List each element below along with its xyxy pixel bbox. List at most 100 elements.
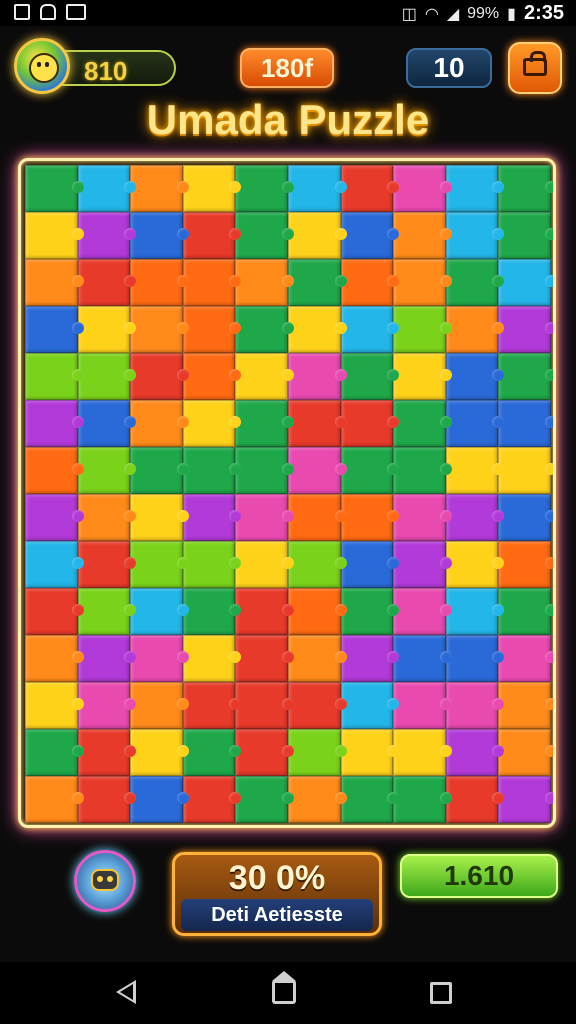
- puzzle-piece[interactable]: [445, 588, 504, 635]
- puzzle-piece[interactable]: [340, 212, 399, 259]
- puzzle-piece[interactable]: [393, 776, 452, 823]
- puzzle-piece[interactable]: [393, 729, 452, 776]
- puzzle-piece[interactable]: [25, 165, 84, 212]
- puzzle-piece[interactable]: [130, 447, 189, 494]
- puzzle-piece[interactable]: [130, 212, 189, 259]
- shop-button[interactable]: [508, 42, 562, 94]
- puzzle-piece[interactable]: [25, 682, 84, 729]
- puzzle-piece[interactable]: [235, 212, 294, 259]
- puzzle-piece[interactable]: [235, 494, 294, 541]
- puzzle-piece[interactable]: [340, 447, 399, 494]
- puzzle-piece[interactable]: [235, 635, 294, 682]
- recent-apps-icon[interactable]: [430, 982, 452, 1004]
- puzzle-piece[interactable]: [340, 353, 399, 400]
- puzzle-piece[interactable]: [340, 541, 399, 588]
- puzzle-piece[interactable]: [393, 306, 452, 353]
- puzzle-piece[interactable]: [235, 682, 294, 729]
- puzzle-piece[interactable]: [445, 682, 504, 729]
- puzzle-piece[interactable]: [25, 541, 84, 588]
- puzzle-piece[interactable]: [498, 165, 553, 212]
- puzzle-piece[interactable]: [498, 541, 553, 588]
- puzzle-piece[interactable]: [182, 776, 241, 823]
- puzzle-piece[interactable]: [287, 447, 347, 494]
- puzzle-piece[interactable]: [498, 682, 553, 729]
- puzzle-piece[interactable]: [287, 306, 347, 353]
- puzzle-piece[interactable]: [235, 400, 294, 447]
- puzzle-piece[interactable]: [235, 353, 294, 400]
- puzzle-piece[interactable]: [445, 306, 504, 353]
- puzzle-piece[interactable]: [77, 682, 136, 729]
- puzzle-piece[interactable]: [445, 212, 504, 259]
- puzzle-piece[interactable]: [287, 165, 347, 212]
- puzzle-piece[interactable]: [182, 588, 241, 635]
- puzzle-piece[interactable]: [287, 494, 347, 541]
- puzzle-piece[interactable]: [130, 588, 189, 635]
- puzzle-piece[interactable]: [498, 447, 553, 494]
- puzzle-piece[interactable]: [182, 541, 241, 588]
- puzzle-piece[interactable]: [77, 212, 136, 259]
- puzzle-piece[interactable]: [340, 635, 399, 682]
- puzzle-piece[interactable]: [25, 494, 84, 541]
- puzzle-piece[interactable]: [498, 212, 553, 259]
- puzzle-piece[interactable]: [498, 729, 553, 776]
- puzzle-piece[interactable]: [130, 400, 189, 447]
- puzzle-piece[interactable]: [130, 541, 189, 588]
- puzzle-piece[interactable]: [77, 541, 136, 588]
- puzzle-piece[interactable]: [235, 165, 294, 212]
- puzzle-piece[interactable]: [77, 306, 136, 353]
- puzzle-piece[interactable]: [235, 588, 294, 635]
- puzzle-piece[interactable]: [287, 729, 347, 776]
- puzzle-piece[interactable]: [25, 447, 84, 494]
- puzzle-piece[interactable]: [498, 259, 553, 306]
- puzzle-piece[interactable]: [340, 165, 399, 212]
- puzzle-piece[interactable]: [182, 494, 241, 541]
- puzzle-piece[interactable]: [393, 447, 452, 494]
- puzzle-piece[interactable]: [130, 165, 189, 212]
- puzzle-piece[interactable]: [77, 165, 136, 212]
- puzzle-piece[interactable]: [182, 682, 241, 729]
- puzzle-piece[interactable]: [393, 494, 452, 541]
- puzzle-piece[interactable]: [77, 447, 136, 494]
- puzzle-piece[interactable]: [182, 165, 241, 212]
- puzzle-piece[interactable]: [25, 212, 84, 259]
- puzzle-piece[interactable]: [445, 165, 504, 212]
- puzzle-piece[interactable]: [393, 259, 452, 306]
- coins-display[interactable]: 1.610: [400, 854, 558, 898]
- puzzle-piece[interactable]: [393, 541, 452, 588]
- puzzle-piece[interactable]: [25, 306, 84, 353]
- puzzle-piece[interactable]: [182, 353, 241, 400]
- puzzle-piece[interactable]: [393, 400, 452, 447]
- puzzle-piece[interactable]: [182, 212, 241, 259]
- puzzle-piece[interactable]: [393, 212, 452, 259]
- progress-label-box[interactable]: Deti Aetiesste: [181, 899, 373, 931]
- puzzle-piece[interactable]: [287, 400, 347, 447]
- back-icon[interactable]: [116, 980, 136, 1004]
- puzzle-piece[interactable]: [25, 588, 84, 635]
- puzzle-piece[interactable]: [25, 353, 84, 400]
- puzzle-piece[interactable]: [445, 447, 504, 494]
- puzzle-piece[interactable]: [130, 776, 189, 823]
- puzzle-piece[interactable]: [25, 729, 84, 776]
- puzzle-piece[interactable]: [77, 259, 136, 306]
- puzzle-piece[interactable]: [287, 353, 347, 400]
- puzzle-piece[interactable]: [340, 494, 399, 541]
- puzzle-piece[interactable]: [340, 259, 399, 306]
- puzzle-piece[interactable]: [130, 259, 189, 306]
- puzzle-piece[interactable]: [445, 729, 504, 776]
- puzzle-piece[interactable]: [182, 635, 241, 682]
- puzzle-grid[interactable]: [25, 165, 553, 823]
- puzzle-piece[interactable]: [25, 776, 84, 823]
- puzzle-piece[interactable]: [393, 682, 452, 729]
- home-icon[interactable]: [272, 971, 296, 1004]
- puzzle-piece[interactable]: [445, 353, 504, 400]
- puzzle-piece[interactable]: [77, 588, 136, 635]
- puzzle-piece[interactable]: [130, 306, 189, 353]
- puzzle-piece[interactable]: [340, 729, 399, 776]
- puzzle-piece[interactable]: [25, 635, 84, 682]
- puzzle-piece[interactable]: [182, 306, 241, 353]
- puzzle-piece[interactable]: [287, 635, 347, 682]
- puzzle-piece[interactable]: [235, 447, 294, 494]
- puzzle-piece[interactable]: [77, 729, 136, 776]
- puzzle-piece[interactable]: [445, 776, 504, 823]
- puzzle-piece[interactable]: [340, 588, 399, 635]
